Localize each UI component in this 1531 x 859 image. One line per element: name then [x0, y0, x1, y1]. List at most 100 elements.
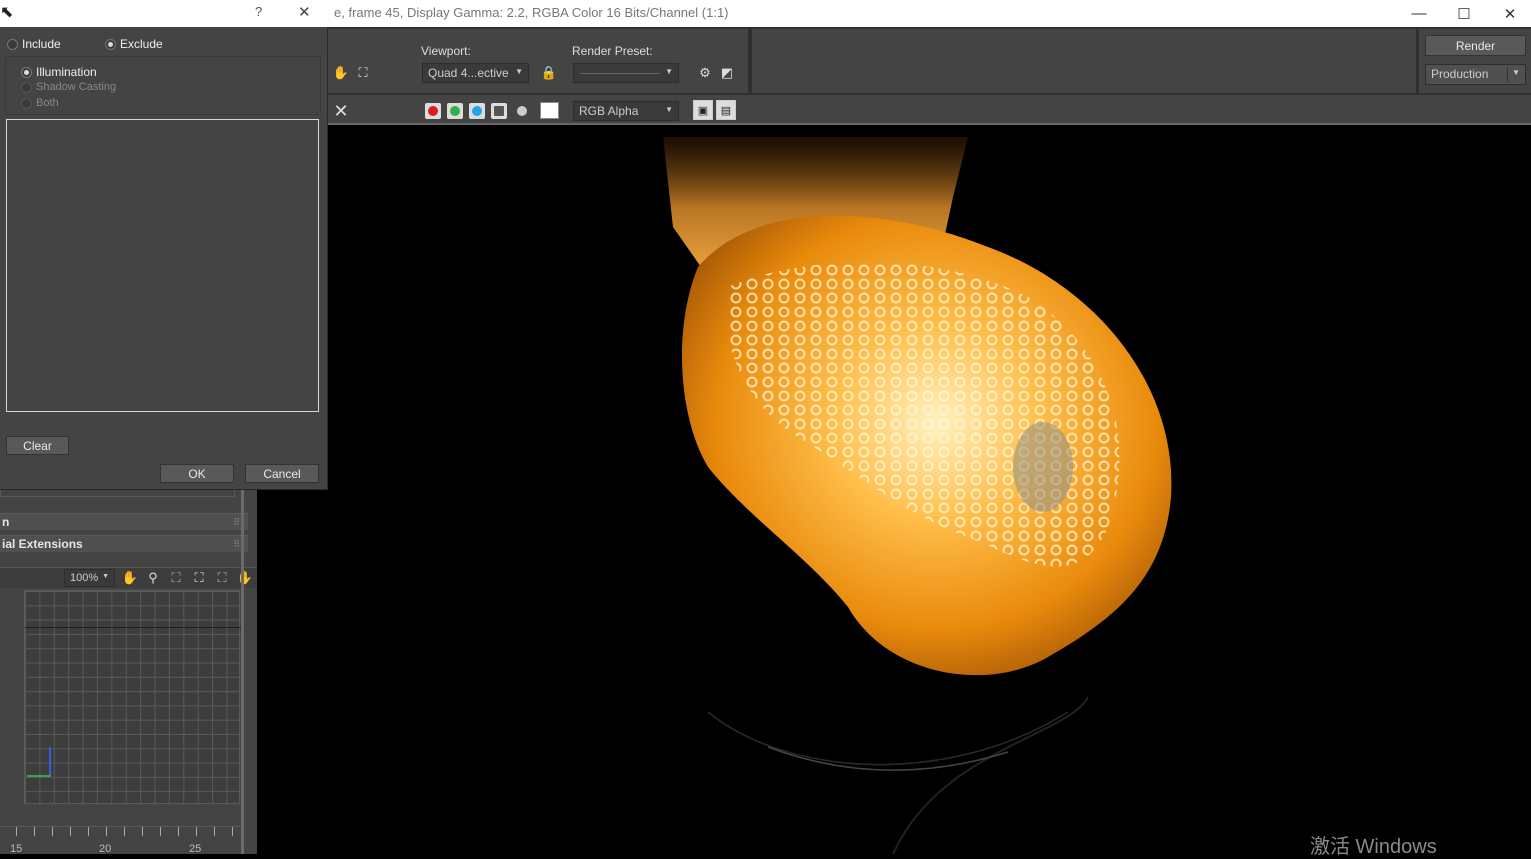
rendered-image: [328, 137, 1531, 854]
ruler-tick: [52, 827, 53, 836]
ruler-tick: [124, 827, 125, 836]
empty-preset-line: [580, 73, 660, 74]
both-label: Both: [36, 97, 59, 109]
lock-icon[interactable]: 🔒: [538, 62, 560, 84]
grip-icon: ⠿: [233, 517, 240, 527]
minimize-button[interactable]: —: [1396, 0, 1442, 27]
render-preset-label: Render Preset:: [572, 44, 653, 58]
blue-channel-icon: [472, 106, 482, 116]
activate-windows-watermark: 激活 Windows: [1310, 836, 1437, 858]
cancel-button[interactable]: Cancel: [245, 464, 319, 483]
display-toggle-icon[interactable]: ▣: [693, 100, 713, 120]
pan-hand-icon[interactable]: ✋: [330, 62, 352, 84]
zoom-icon[interactable]: ⚲: [142, 567, 164, 589]
help-button[interactable]: ?: [255, 4, 262, 19]
ruler-tick: [106, 827, 107, 836]
grip-icon: ⠿: [233, 539, 240, 549]
ruler-tick: [196, 827, 197, 836]
viewport-label: Viewport:: [421, 44, 471, 58]
panel-splitter[interactable]: [241, 490, 244, 854]
channel-display-value: RGB Alpha: [579, 104, 639, 118]
timeline-ruler[interactable]: 15 20 25: [0, 826, 240, 855]
radio-circle-checked: [21, 66, 32, 78]
ruler-label: 15: [10, 843, 23, 855]
alpha-channel-toggle[interactable]: [491, 103, 507, 119]
pan-hand-icon[interactable]: ✋: [119, 567, 141, 589]
frame-toolbar: ✋ ⛶ Viewport: Quad 4...ective ▼ 🔒 Render…: [328, 27, 1531, 125]
chevron-down-icon: ▼: [665, 67, 673, 76]
radio-circle: [21, 81, 32, 93]
toolbar-divider: [1416, 29, 1419, 93]
zoom-extents-icon[interactable]: ⛶: [188, 567, 210, 589]
viewport-dropdown[interactable]: Quad 4...ective ▼: [422, 63, 529, 83]
ruler-label: 20: [99, 843, 112, 855]
rollout-header-extensions[interactable]: ial Extensions ⠿: [0, 535, 248, 552]
chevron-down-icon: ▼: [515, 67, 523, 76]
shadow-casting-radio[interactable]: Shadow Casting: [21, 81, 116, 93]
exclude-include-dialog: ⬉ ? ✕ Include Exclude Illumination Shado…: [0, 0, 328, 490]
illumination-label: Illumination: [36, 65, 97, 79]
ruler-tick: [142, 827, 143, 836]
production-dropdown[interactable]: Production ▼: [1425, 64, 1526, 85]
exclude-radio[interactable]: Exclude: [105, 37, 163, 51]
toolbar-divider: [328, 123, 1531, 125]
curve-line: [25, 627, 241, 628]
render-setup-icon[interactable]: ⚙: [694, 62, 716, 84]
chevron-down-icon: ▼: [1512, 68, 1520, 77]
green-channel-toggle[interactable]: [447, 103, 463, 119]
frame-icon[interactable]: ⛶: [211, 567, 233, 589]
command-panel: n ⠿ ial Extensions ⠿ 100% ▼ ✋ ⚲ ⛶ ⛶ ⛶ ✋ …: [0, 490, 257, 855]
green-channel-icon: [450, 106, 460, 116]
radio-circle-checked: [105, 38, 116, 50]
ruler-tick: [232, 827, 233, 836]
both-radio[interactable]: Both: [21, 97, 59, 109]
channel-display-dropdown[interactable]: RGB Alpha ▼: [573, 101, 679, 121]
close-window-button[interactable]: ✕: [1487, 0, 1531, 27]
axis-y-icon: [27, 775, 51, 777]
blue-channel-toggle[interactable]: [469, 103, 485, 119]
maximize-button[interactable]: ☐: [1441, 0, 1487, 27]
red-channel-icon: [428, 106, 438, 116]
ruler-tick: [88, 827, 89, 836]
frame-window-title: e, frame 45, Display Gamma: 2.2, RGBA Co…: [334, 5, 729, 20]
region-select-icon[interactable]: ⛶: [352, 62, 374, 84]
axis-z-icon: [49, 747, 51, 777]
curve-graph[interactable]: [24, 590, 241, 804]
ruler-label: 25: [189, 843, 202, 855]
zoom-value: 100%: [70, 572, 99, 584]
illumination-radio[interactable]: Illumination: [21, 65, 97, 79]
monochrome-icon[interactable]: [517, 106, 527, 116]
radio-circle: [21, 97, 32, 109]
environment-icon[interactable]: ◩: [716, 62, 738, 84]
ruler-tick: [160, 827, 161, 836]
red-channel-toggle[interactable]: [425, 103, 441, 119]
print-icon[interactable]: ▤: [716, 100, 736, 120]
render-button[interactable]: Render: [1425, 35, 1526, 56]
radio-circle: [7, 38, 18, 50]
background-color-swatch[interactable]: [540, 102, 559, 119]
dialog-close-button[interactable]: ✕: [298, 3, 311, 21]
dropdown-divider: [1507, 67, 1508, 82]
panel-edge: [0, 490, 235, 497]
ruler-tick: [34, 827, 35, 836]
ruler-tick: [178, 827, 179, 836]
toolbar-divider: [328, 93, 1531, 95]
clear-frame-icon[interactable]: ✕: [330, 100, 352, 122]
zoom-dropdown[interactable]: 100% ▼: [64, 569, 115, 587]
alpha-channel-icon: [494, 106, 504, 116]
excluded-objects-list[interactable]: [6, 119, 319, 412]
ok-button[interactable]: OK: [160, 464, 234, 483]
clear-button[interactable]: Clear: [6, 436, 69, 455]
pan-view-icon[interactable]: ✋: [234, 567, 256, 589]
ruler-tick: [70, 827, 71, 836]
zoom-region-icon[interactable]: ⛶: [165, 567, 187, 589]
include-radio[interactable]: Include: [7, 37, 61, 51]
ruler-tick: [214, 827, 215, 836]
shadow-casting-label: Shadow Casting: [36, 81, 117, 93]
exclude-label: Exclude: [120, 37, 163, 51]
cursor-arrow-icon: ⬉: [0, 4, 14, 21]
toolbar-divider: [748, 29, 752, 93]
ruler-tick: [16, 827, 17, 836]
rollout-header[interactable]: n ⠿: [0, 513, 248, 530]
render-preset-dropdown[interactable]: ▼: [573, 63, 679, 83]
